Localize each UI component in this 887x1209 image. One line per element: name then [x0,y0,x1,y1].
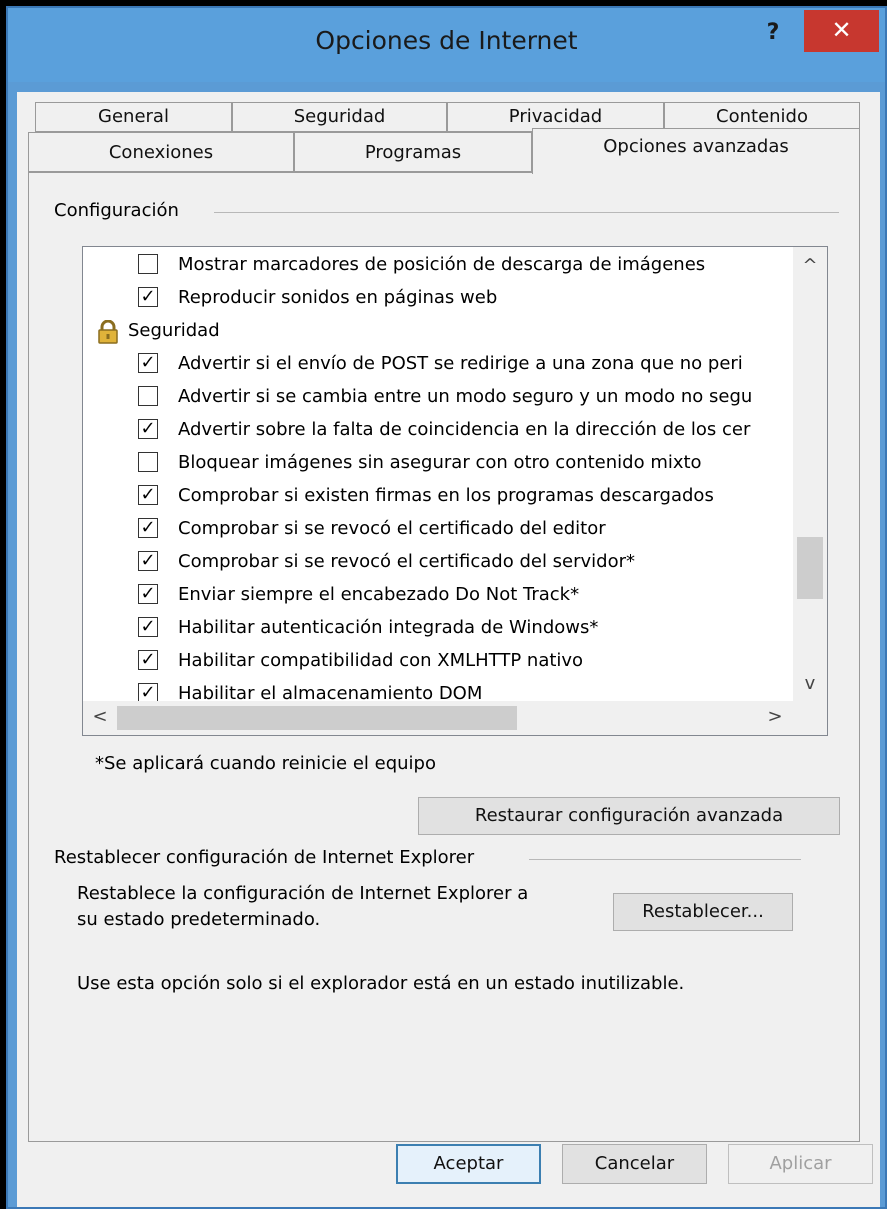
settings-option[interactable]: ✓ Comprobar si se revocó el certificado d… [83,547,795,577]
config-group-label: Configuración [54,200,187,221]
restore-advanced-button[interactable]: Restaurar configuración avanzada [418,797,840,835]
horizontal-scrollbar[interactable]: < > [83,701,795,735]
settings-option-label: Comprobar si existen firmas en los progr… [178,485,714,506]
reset-warning-text: Use esta opción solo si el explorador es… [77,973,685,994]
checkbox-checked[interactable]: ✓ [138,584,158,604]
tab-programas[interactable]: Programas [294,132,532,172]
settings-option[interactable]: Bloquear imágenes sin asegurar con otro … [83,448,795,478]
vertical-scroll-thumb[interactable] [797,537,823,599]
help-button[interactable]: ? [758,18,788,48]
scroll-right-arrow-icon[interactable]: > [763,706,787,727]
settings-option[interactable]: Advertir si se cambia entre un modo segu… [83,382,795,412]
vertical-scrollbar[interactable]: ^ v [793,247,827,703]
checkbox-checked[interactable]: ✓ [138,650,158,670]
settings-option-label: Advertir si se cambia entre un modo segu… [178,386,753,407]
settings-option-label: Enviar siempre el encabezado Do Not Trac… [178,584,580,605]
tab-conexiones[interactable]: Conexiones [28,132,294,172]
tab-opciones-avanzadas[interactable]: Opciones avanzadas [532,128,860,174]
checkbox-checked[interactable]: ✓ [138,551,158,571]
advanced-options-panel: Configuración Mostrar marcadores de posi… [28,172,860,1142]
settings-option[interactable]: ✓ Reproducir sonidos en páginas web [83,283,795,313]
scroll-up-arrow-icon[interactable]: ^ [798,255,822,276]
checkbox-unchecked[interactable] [138,452,158,472]
checkbox-checked[interactable]: ✓ [138,485,158,505]
internet-options-dialog: Opciones de Internet ? ✕ General Segurid… [6,6,887,1209]
scroll-down-arrow-icon[interactable]: v [798,673,822,694]
title-bar: Opciones de Internet ? ✕ [8,8,885,82]
settings-option[interactable]: Mostrar marcadores de posición de descar… [83,250,795,280]
checkbox-checked[interactable]: ✓ [138,683,158,703]
checkbox-checked[interactable]: ✓ [138,419,158,439]
tab-general[interactable]: General [35,102,232,132]
settings-category: Seguridad [83,316,795,346]
settings-option-label: Comprobar si se revocó el certificado de… [178,518,606,539]
settings-option[interactable]: ✓ Comprobar si se revocó el certificado d… [83,514,795,544]
checkbox-checked[interactable]: ✓ [138,287,158,307]
settings-option-label: Comprobar si se revocó el certificado de… [178,551,636,572]
restart-footnote: *Se aplicará cuando reinicie el equipo [95,753,436,774]
reset-button[interactable]: Restablecer... [613,893,793,931]
cancel-button[interactable]: Cancelar [562,1144,707,1184]
settings-category-label: Seguridad [128,320,220,341]
settings-option[interactable]: ✓ Habilitar autenticación integrada de Wi… [83,613,795,643]
checkbox-checked[interactable]: ✓ [138,518,158,538]
settings-option-label: Habilitar compatibilidad con XMLHTTP nat… [178,650,584,671]
settings-option-label: Bloquear imágenes sin asegurar con otro … [178,452,702,473]
checkbox-unchecked[interactable] [138,386,158,406]
settings-option[interactable]: ✓ Habilitar compatibilidad con XMLHTTP na… [83,646,795,676]
scrollbar-corner [793,701,827,735]
group-divider [214,212,839,213]
ok-button[interactable]: Aceptar [396,1144,541,1184]
settings-list[interactable]: Mostrar marcadores de posición de descar… [82,246,828,736]
apply-button[interactable]: Aplicar [728,1144,873,1184]
settings-option-label: Habilitar autenticación integrada de Win… [178,617,599,638]
reset-description-line2: su estado predeterminado. [77,909,321,930]
settings-option[interactable]: ✓ Advertir si el envío de POST se redirig… [83,349,795,379]
dialog-client-area: General Seguridad Privacidad Contenido C… [17,92,880,1207]
dialog-title: Opciones de Internet [315,26,578,55]
lock-icon [97,319,119,344]
checkbox-checked[interactable]: ✓ [138,353,158,373]
reset-group-divider [529,859,801,860]
scroll-left-arrow-icon[interactable]: < [88,706,112,727]
settings-option-label: Reproducir sonidos en páginas web [178,287,498,308]
horizontal-scroll-thumb[interactable] [117,706,517,730]
settings-option-label: Advertir si el envío de POST se redirige… [178,353,743,374]
settings-option-label: Mostrar marcadores de posición de descar… [178,254,706,275]
settings-option[interactable]: ✓ Advertir sobre la falta de coincidencia… [83,415,795,445]
close-button[interactable]: ✕ [804,10,879,52]
checkbox-unchecked[interactable] [138,254,158,274]
settings-option[interactable]: ✓ Enviar siempre el encabezado Do Not Tra… [83,580,795,610]
checkbox-checked[interactable]: ✓ [138,617,158,637]
settings-option[interactable]: ✓ Comprobar si existen firmas en los prog… [83,481,795,511]
reset-description-line1: Restablece la configuración de Internet … [77,883,529,904]
settings-option-label: Advertir sobre la falta de coincidencia … [178,419,751,440]
tab-seguridad[interactable]: Seguridad [232,102,447,132]
reset-group-label: Restablecer configuración de Internet Ex… [54,847,483,868]
